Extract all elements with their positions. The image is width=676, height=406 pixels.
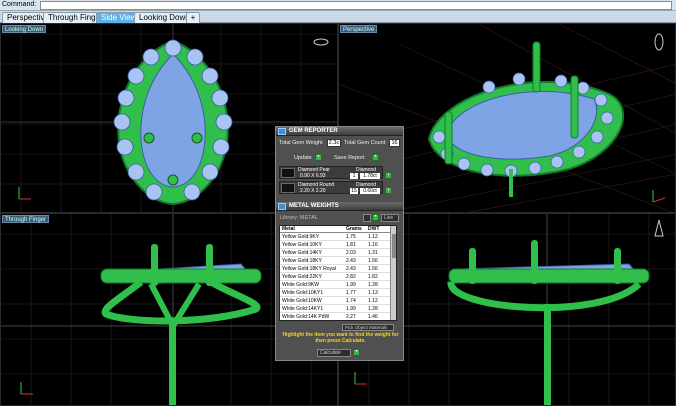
table-row[interactable]: White Gold:14K PdW 2.27 1.46 [280, 314, 392, 320]
metal-name: White Gold:10KY1 [282, 290, 324, 296]
metal-weights-title: METAL WEIGHTS [289, 203, 339, 209]
table-row[interactable]: White Gold:10KY1 1.77 1.13 [280, 290, 392, 297]
gem-weight: 1.78ct [360, 173, 380, 179]
metal-name: Yellow Gold:10KY [282, 242, 322, 248]
reporter-panel: GEM REPORTER Total Gem Weight 2.3c Total… [275, 126, 404, 361]
table-row[interactable]: White Gold:14KY1 1.99 1.28 [280, 306, 392, 313]
metal-grams: 2.43 [346, 258, 356, 264]
calculate-hint: Highlight the item you want to find the … [282, 332, 399, 344]
metal-table-scrollbar[interactable] [390, 226, 396, 320]
metal-dwt: 1.28 [368, 282, 378, 288]
metal-name: White Gold:14K PdW [282, 314, 330, 320]
gem-reporter-icon [278, 128, 286, 135]
save-report-label: Save Report [334, 155, 365, 161]
dwt-column-header[interactable]: DWT [368, 226, 379, 233]
metal-grams: 1.74 [346, 298, 356, 304]
metal-name: Yellow Gold:18KY [282, 258, 322, 264]
view-tabs: Perspective Through Finger Side View Loo… [0, 11, 676, 23]
library-go-button[interactable]: • [372, 214, 379, 221]
save-report-button[interactable]: • [372, 154, 379, 161]
total-count-label: Total Gem Count [344, 140, 386, 146]
grams-column-header[interactable]: Grams [346, 226, 362, 233]
gem-pear-select-button[interactable]: › [385, 172, 392, 179]
metal-dwt: 1.13 [368, 290, 378, 296]
metal-grams: 1.77 [346, 290, 356, 296]
metal-grams: 1.75 [346, 234, 356, 240]
metal-name: Yellow Gold:22KY [282, 274, 322, 280]
total-weight-label: Total Gem Weight [279, 140, 323, 146]
metal-name: Yellow Gold:18KY Royal [282, 266, 336, 272]
metal-dwt: 1.82 [368, 274, 378, 280]
metal-name: Yellow Gold:14KY [282, 250, 322, 256]
pear-gem-thumbnail [281, 168, 295, 178]
gem-reporter-header[interactable]: GEM REPORTER [276, 127, 403, 136]
table-row[interactable]: Yellow Gold:22KY 2.82 1.82 [280, 274, 392, 281]
update-label: Update [294, 155, 312, 161]
metal-dwt: 1.56 [368, 266, 378, 272]
metal-grams: 2.43 [346, 266, 356, 272]
viewport-label-perspective[interactable]: Perspective [340, 25, 378, 33]
gem-size: 2.20 X 2.20 [300, 188, 326, 194]
metal-column-header[interactable]: Metal [282, 226, 295, 233]
metal-weights-icon [278, 203, 286, 210]
metal-grams: 2.03 [346, 250, 356, 256]
gem-item-pear[interactable]: Diamond Pear 0.90 X 6.93 Diamond 1 1.78c… [279, 166, 383, 179]
gem-round-select-button[interactable]: › [385, 187, 392, 194]
gem-size: 0.90 X 6.93 [300, 173, 326, 179]
metal-name: White Gold:10KW [282, 298, 322, 304]
command-bar: Command: [0, 0, 676, 11]
library-prev-button[interactable] [363, 214, 371, 222]
metal-dwt: 1.16 [368, 242, 378, 248]
calculate-button[interactable]: • [353, 349, 360, 356]
metal-grams: 1.99 [346, 306, 356, 312]
gem-item-round[interactable]: Diamond Round 2.20 X 2.20 Diamond 15 0.6… [279, 181, 383, 194]
add-tab-button[interactable]: + [186, 12, 200, 23]
metal-name: White Gold:9KW [282, 282, 319, 288]
table-row[interactable]: Yellow Gold:10KY 1.81 1.16 [280, 242, 392, 249]
gem-count: 1 [350, 173, 358, 179]
scrollbar-thumb[interactable] [392, 234, 396, 258]
viewport-label-through-finger[interactable]: Through Finger [2, 215, 50, 223]
metal-dwt: 1.31 [368, 250, 378, 256]
metal-grams: 2.82 [346, 274, 356, 280]
round-gem-thumbnail [281, 183, 295, 193]
metal-weights-header[interactable]: METAL WEIGHTS [276, 202, 403, 211]
object-materials-select[interactable]: Pick Object Materials [342, 324, 394, 331]
table-row[interactable]: White Gold:10KW 1.74 1.12 [280, 298, 392, 305]
update-button[interactable]: • [315, 154, 322, 161]
gem-weight: 0.60ct [360, 188, 380, 194]
table-row[interactable]: Yellow Gold:18KY 2.43 1.56 [280, 258, 392, 265]
command-label: Command: [2, 1, 37, 8]
table-row[interactable]: White Gold:9KW 1.99 1.28 [280, 282, 392, 289]
metal-dwt: 1.12 [368, 298, 378, 304]
calculate-select[interactable]: Calculate [317, 349, 351, 357]
table-row[interactable]: Yellow Gold:18KY Royal 2.43 1.56 [280, 266, 392, 273]
gem-count: 15 [350, 188, 358, 194]
viewport-label-looking-down[interactable]: Looking Down [2, 25, 47, 33]
command-input[interactable] [40, 1, 672, 10]
metal-name: Yellow Gold:9KY [282, 234, 320, 240]
metal-dwt: 1.46 [368, 314, 378, 320]
metal-dwt: 1.28 [368, 306, 378, 312]
metal-table-header: Metal Grams DWT [280, 226, 392, 233]
unit-select[interactable]: Live [381, 214, 399, 222]
table-row[interactable]: Yellow Gold:9KY 1.75 1.12 [280, 234, 392, 241]
gem-reporter-title: GEM REPORTER [289, 128, 338, 134]
total-count-value: 16 [389, 139, 400, 147]
metal-name: White Gold:14KY1 [282, 306, 324, 312]
table-row[interactable]: Yellow Gold:14KY 2.03 1.31 [280, 250, 392, 257]
library-label: Library: METAL [280, 215, 318, 221]
metal-grams: 1.81 [346, 242, 356, 248]
metal-dwt: 1.12 [368, 234, 378, 240]
metal-table: Metal Grams DWT Yellow Gold:9KY 1.75 1.12 … [279, 225, 397, 321]
metal-grams: 1.99 [346, 282, 356, 288]
total-weight-value: 2.3c [327, 139, 341, 147]
metal-grams: 2.27 [346, 314, 356, 320]
metal-dwt: 1.56 [368, 258, 378, 264]
